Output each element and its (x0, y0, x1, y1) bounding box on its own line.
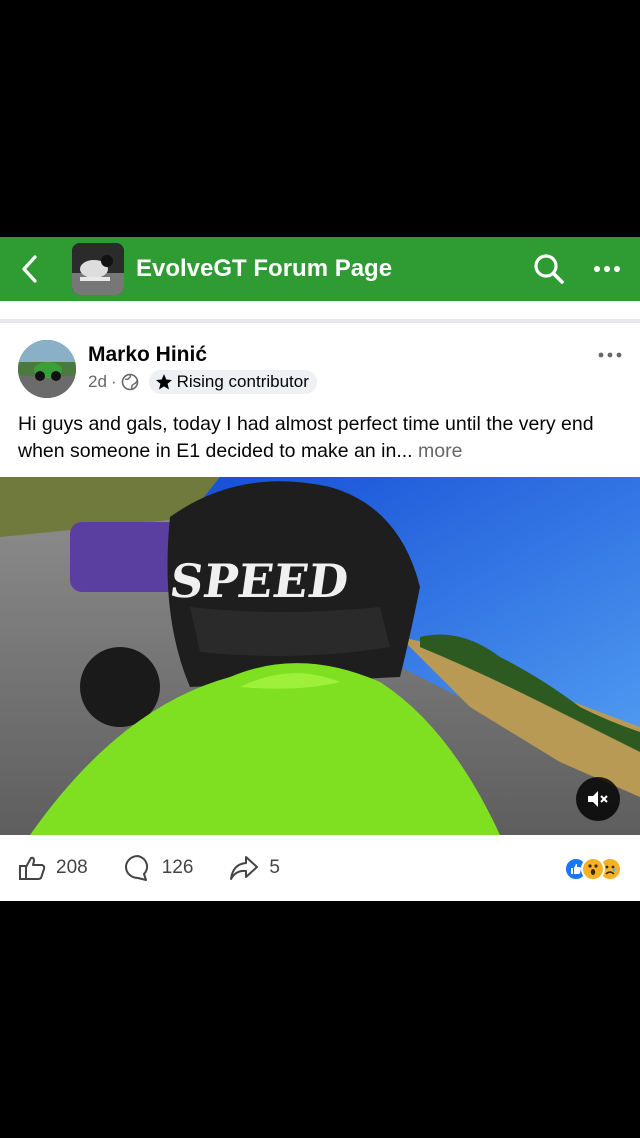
search-icon (534, 254, 564, 284)
post-video[interactable]: SPEED (0, 477, 640, 835)
author-avatar[interactable] (18, 340, 76, 398)
more-horizontal-icon (594, 266, 620, 272)
comment-button[interactable]: 126 (124, 854, 194, 882)
star-icon (155, 374, 172, 390)
post-meta: 2d · Rising contributor (88, 370, 317, 394)
chevron-left-icon (22, 255, 37, 283)
see-more-link[interactable]: more (418, 440, 462, 462)
post-actions: 208 126 5 (0, 835, 640, 901)
comment-count: 126 (161, 857, 194, 878)
post-time[interactable]: 2d (88, 372, 107, 392)
post-body: Hi guys and gals, today I had almost per… (18, 413, 594, 462)
more-options-button[interactable] (574, 237, 640, 301)
mute-button[interactable] (576, 777, 620, 821)
author-avatar-image (18, 340, 76, 398)
like-count: 208 (56, 857, 88, 878)
meta-separator: · (110, 372, 117, 391)
share-count: 5 (269, 857, 280, 878)
post-card: Marko Hinić 2d · Rising contributor Hi g… (0, 301, 640, 901)
share-button[interactable]: 5 (229, 855, 280, 881)
search-button[interactable] (524, 237, 574, 301)
author-name[interactable]: Marko Hinić (88, 343, 207, 367)
post-options-button[interactable] (598, 345, 622, 363)
globe-icon (121, 373, 138, 391)
wow-reaction-icon (581, 857, 605, 881)
top-navigation-bar: EvolveGT Forum Page (0, 237, 640, 301)
like-button[interactable]: 208 (18, 855, 88, 881)
post-text: Hi guys and gals, today I had almost per… (18, 411, 628, 465)
page-avatar-image (72, 243, 124, 295)
mute-icon (588, 791, 608, 807)
more-horizontal-icon (598, 352, 622, 358)
thumbs-up-icon (19, 856, 46, 880)
back-button[interactable] (0, 237, 60, 301)
previous-post-strip (0, 301, 640, 323)
post-header: Marko Hinić 2d · Rising contributor (0, 323, 640, 398)
page-title[interactable]: EvolveGT Forum Page (136, 255, 524, 283)
comment-icon (124, 855, 148, 881)
svg-text:SPEED: SPEED (167, 554, 352, 608)
rising-contributor-badge[interactable]: Rising contributor (148, 370, 317, 394)
badge-label: Rising contributor (176, 372, 309, 391)
video-frame: SPEED (0, 477, 640, 835)
share-icon (230, 856, 259, 880)
page-avatar[interactable] (72, 243, 124, 295)
reactions-summary[interactable] (564, 857, 622, 881)
